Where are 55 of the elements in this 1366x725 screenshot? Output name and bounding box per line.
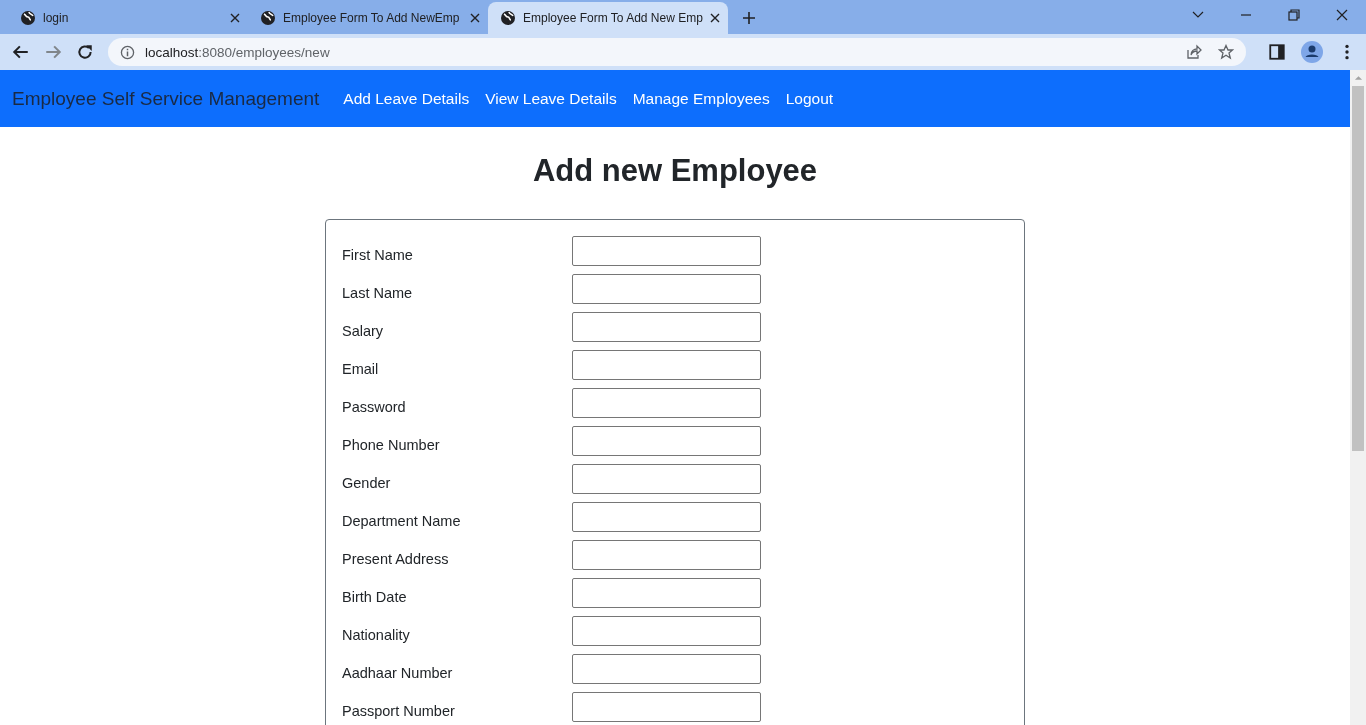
field-label: Last Name	[342, 284, 414, 301]
field-label: Passport Number	[342, 702, 456, 719]
nav-link[interactable]: View Leave Details	[485, 89, 617, 108]
nav-link[interactable]: Add Leave Details	[343, 89, 470, 108]
input-field[interactable]	[572, 426, 761, 456]
page-heading: Add new Employee	[531, 153, 819, 189]
scroll-thumb[interactable]	[1352, 86, 1364, 451]
field-label: Password	[342, 398, 407, 415]
address-field[interactable]: localhost:8080/employees/new	[108, 38, 1246, 66]
info-icon	[120, 44, 135, 60]
back-arrow-icon[interactable]	[12, 43, 30, 61]
input-field[interactable]	[572, 236, 761, 266]
browser-tab[interactable]: Employee Form To Add NewEmp	[248, 2, 488, 34]
forward-arrow-icon[interactable]	[44, 43, 62, 61]
close-icon[interactable]	[1335, 8, 1349, 22]
profile-avatar-icon[interactable]	[1300, 40, 1324, 64]
field-label: Phone Number	[342, 436, 441, 453]
input-field[interactable]	[572, 578, 761, 608]
field-label: Nationality	[342, 626, 411, 643]
close-icon[interactable]	[230, 13, 240, 23]
reload-icon[interactable]	[76, 43, 94, 61]
brand-link[interactable]: Employee Self Service Management	[12, 87, 320, 110]
field-label: Salary	[342, 322, 385, 339]
globe-icon	[260, 10, 276, 26]
input-field[interactable]	[572, 654, 761, 684]
input-field[interactable]	[572, 350, 761, 380]
share-icon[interactable]	[1186, 44, 1202, 60]
plus-icon[interactable]	[742, 11, 756, 25]
field-label: First Name	[342, 246, 414, 263]
browser-tab[interactable]: Employee Form To Add New Emp	[488, 2, 728, 34]
input-field[interactable]	[572, 616, 761, 646]
input-field[interactable]	[572, 388, 761, 418]
nav-link[interactable]: Manage Employees	[632, 89, 770, 108]
field-label: Gender	[342, 474, 392, 491]
input-field[interactable]	[572, 274, 761, 304]
field-label: Email	[342, 360, 380, 377]
input-field[interactable]	[572, 464, 761, 494]
globe-icon	[20, 10, 36, 26]
close-icon[interactable]	[710, 13, 720, 23]
nav-link[interactable]: Logout	[785, 89, 834, 108]
field-label: Birth Date	[342, 588, 408, 605]
input-field[interactable]	[572, 312, 761, 342]
field-label: Department Name	[342, 512, 462, 529]
globe-icon	[500, 10, 516, 26]
star-icon[interactable]	[1218, 44, 1234, 60]
input-field[interactable]	[572, 540, 761, 570]
browser-tab[interactable]: login	[8, 2, 248, 34]
side-panel-icon[interactable]	[1268, 43, 1286, 61]
input-field[interactable]	[572, 692, 761, 722]
scrollbar[interactable]	[1350, 70, 1366, 725]
close-icon[interactable]	[470, 13, 480, 23]
field-label: Aadhaar Number	[342, 664, 454, 681]
restore-icon[interactable]	[1287, 8, 1301, 22]
field-label: Present Address	[342, 550, 450, 567]
input-field[interactable]	[572, 502, 761, 532]
